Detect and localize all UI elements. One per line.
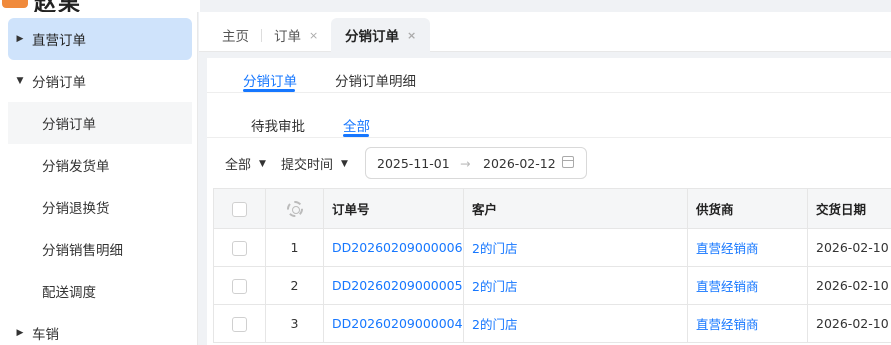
sidebar-item-label: 分销销售明细 xyxy=(42,243,123,259)
scope-filter-dropdown[interactable]: 全部 ▼ xyxy=(225,154,266,173)
supplier-link[interactable]: 直营经销商 xyxy=(687,266,808,305)
table-row[interactable]: 1 DD20260209000006 2的门店 直营经销商 2026-02-10 xyxy=(213,228,891,267)
order-no-link[interactable]: DD20260209000006 xyxy=(323,228,464,267)
supplier-link[interactable]: 直营经销商 xyxy=(687,304,808,343)
orders-table: 订单号 客户 供货商 交货日期 1 DD20260209000006 2的门店 … xyxy=(213,188,891,343)
row-checkbox-cell xyxy=(213,228,266,267)
sidebar-item-label: 分销发货单 xyxy=(42,159,110,175)
subtab-distribution-orders[interactable]: 分销订单 xyxy=(243,70,297,90)
order-no-link[interactable]: DD20260209000004 xyxy=(323,304,464,343)
close-icon[interactable]: × xyxy=(407,29,416,42)
date-start-input[interactable]: 2025-11-01 xyxy=(377,156,450,171)
scope-filter-value: 全部 xyxy=(225,158,252,173)
sidebar-item-label: 分销订单 xyxy=(32,75,86,91)
divider xyxy=(207,92,891,93)
arrow-right-icon: → xyxy=(460,155,471,171)
sidebar-item-van-sales[interactable]: ▶ 车销 xyxy=(8,312,192,345)
subtab-distribution-order-detail[interactable]: 分销订单明细 xyxy=(335,70,416,90)
customer-link[interactable]: 2的门店 xyxy=(463,266,688,305)
gear-icon[interactable] xyxy=(286,200,303,217)
sidebar-group-distribution-orders[interactable]: ▼ 分销订单 xyxy=(8,60,192,102)
sidebar-item-direct-orders[interactable]: ▶ 直营订单 xyxy=(8,18,192,60)
delivery-date: 2026-02-10 xyxy=(807,228,891,267)
delivery-date: 2026-02-10 xyxy=(807,266,891,305)
time-field-value: 提交时间 xyxy=(281,158,334,173)
customer-link[interactable]: 2的门店 xyxy=(463,304,688,343)
caret-down-icon: ▼ xyxy=(259,158,266,169)
app-logo: 赵果 xyxy=(0,0,200,12)
divider xyxy=(207,137,891,138)
row-index: 3 xyxy=(265,304,324,343)
order-no-link[interactable]: DD20260209000005 xyxy=(323,266,464,305)
column-header-customer[interactable]: 客户 xyxy=(463,188,688,229)
calendar-icon[interactable] xyxy=(562,156,574,168)
select-all-checkbox-cell xyxy=(213,188,266,229)
sidebar: ▶ 直营订单 ▼ 分销订单 分销订单 分销发货单 分销退换货 分销销售明细 配送… xyxy=(0,12,198,345)
column-header-delivery-date[interactable]: 交货日期 xyxy=(807,188,891,229)
sidebar-item-distribution-returns[interactable]: 分销退换货 xyxy=(8,186,192,228)
logo-text: 赵果 xyxy=(34,0,82,12)
table-header-row: 订单号 客户 供货商 交货日期 xyxy=(213,188,891,229)
caret-right-icon: ▶ xyxy=(16,34,24,44)
main-panel: 分销订单 分销订单明细 待我审批 全部 全部 ▼ 提交时间 ▼ 2025-11-… xyxy=(207,58,891,345)
select-all-checkbox[interactable] xyxy=(232,201,247,217)
row-checkbox[interactable] xyxy=(232,240,247,256)
tab-label: 订单 xyxy=(274,29,301,45)
sidebar-item-label: 车销 xyxy=(32,327,59,343)
tab-distribution-orders[interactable]: 分销订单 × xyxy=(331,18,431,52)
tab-label: 分销订单 xyxy=(345,29,399,45)
page-tab-bar: 主页 订单 × 分销订单 × xyxy=(199,12,891,52)
status-tab-all[interactable]: 全部 xyxy=(343,115,370,135)
column-header-supplier[interactable]: 供货商 xyxy=(687,188,808,229)
close-icon[interactable]: × xyxy=(309,29,318,42)
tab-orders[interactable]: 订单 × xyxy=(274,18,318,52)
time-field-dropdown[interactable]: 提交时间 ▼ xyxy=(281,154,348,173)
tab-divider xyxy=(261,29,262,42)
delivery-date: 2026-02-10 xyxy=(807,304,891,343)
customer-link[interactable]: 2的门店 xyxy=(463,228,688,267)
caret-down-icon: ▼ xyxy=(341,158,348,169)
sidebar-item-distribution-shipments[interactable]: 分销发货单 xyxy=(8,144,192,186)
status-tab-pending-approval[interactable]: 待我审批 xyxy=(251,115,305,135)
sidebar-item-label: 分销退换货 xyxy=(42,201,110,217)
table-row[interactable]: 3 DD20260209000004 2的门店 直营经销商 2026-02-10 xyxy=(213,304,891,343)
sidebar-item-label: 直营订单 xyxy=(32,33,86,49)
sidebar-item-distribution-sales-detail[interactable]: 分销销售明细 xyxy=(8,228,192,270)
row-index: 1 xyxy=(265,228,324,267)
row-checkbox[interactable] xyxy=(232,278,247,294)
column-header-order-no[interactable]: 订单号 xyxy=(323,188,464,229)
row-checkbox-cell xyxy=(213,304,266,343)
caret-right-icon: ▶ xyxy=(16,328,24,338)
logo-mark xyxy=(2,0,28,8)
date-end-input[interactable]: 2026-02-12 xyxy=(483,156,556,171)
table-row[interactable]: 2 DD20260209000005 2的门店 直营经销商 2026-02-10 xyxy=(213,266,891,305)
sidebar-item-distribution-orders[interactable]: 分销订单 xyxy=(8,102,192,144)
sidebar-item-label: 配送调度 xyxy=(42,285,96,301)
tab-label: 主页 xyxy=(222,29,249,45)
sidebar-item-delivery-dispatch[interactable]: 配送调度 xyxy=(8,270,192,312)
row-checkbox[interactable] xyxy=(232,316,247,332)
date-range-picker[interactable]: 2025-11-01 → 2026-02-12 xyxy=(365,147,587,179)
row-index: 2 xyxy=(265,266,324,305)
supplier-link[interactable]: 直营经销商 xyxy=(687,228,808,267)
sidebar-item-label: 分销订单 xyxy=(42,117,96,133)
row-checkbox-cell xyxy=(213,266,266,305)
caret-down-icon: ▼ xyxy=(16,76,24,86)
tab-home[interactable]: 主页 xyxy=(222,18,249,52)
column-settings-cell xyxy=(265,188,324,229)
